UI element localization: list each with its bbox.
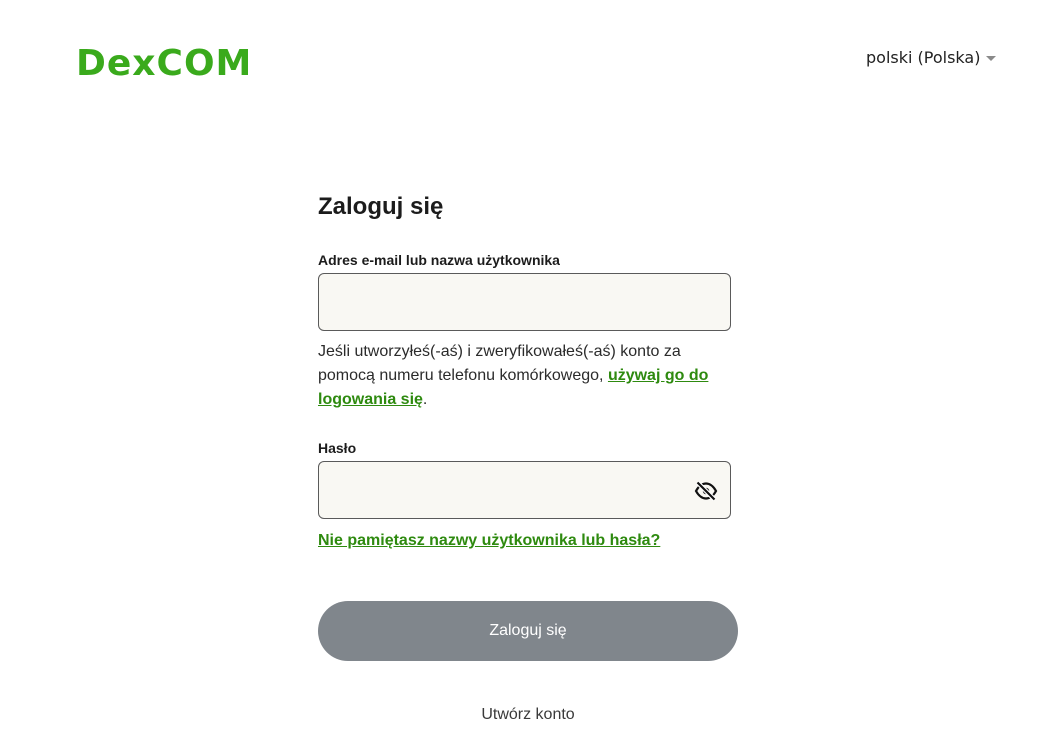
dexcom-logo: DexCOM <box>76 43 253 84</box>
phone-login-hint: Jeśli utworzyłeś(-aś) i zweryfikowałeś(-… <box>318 340 738 412</box>
language-selector[interactable]: polski (Polska) <box>866 48 997 67</box>
hint-end: . <box>422 391 428 408</box>
forgot-credentials-link[interactable]: Nie pamiętasz nazwy użytkownika lub hasł… <box>318 532 660 550</box>
password-label: Hasło <box>318 440 357 456</box>
language-label: polski (Polska) <box>866 48 981 67</box>
eye-slash-icon[interactable] <box>694 479 718 503</box>
caret-down-icon <box>986 56 997 61</box>
login-form: Zaloguj się Adres e-mail lub nazwa użytk… <box>318 190 738 723</box>
email-label: Adres e-mail lub nazwa użytkownika <box>318 252 560 268</box>
email-input[interactable] <box>318 273 731 331</box>
password-input[interactable] <box>318 461 731 519</box>
login-button[interactable]: Zaloguj się <box>318 601 738 661</box>
create-account-link[interactable]: Utwórz konto <box>318 706 738 724</box>
page-title: Zaloguj się <box>318 193 444 220</box>
